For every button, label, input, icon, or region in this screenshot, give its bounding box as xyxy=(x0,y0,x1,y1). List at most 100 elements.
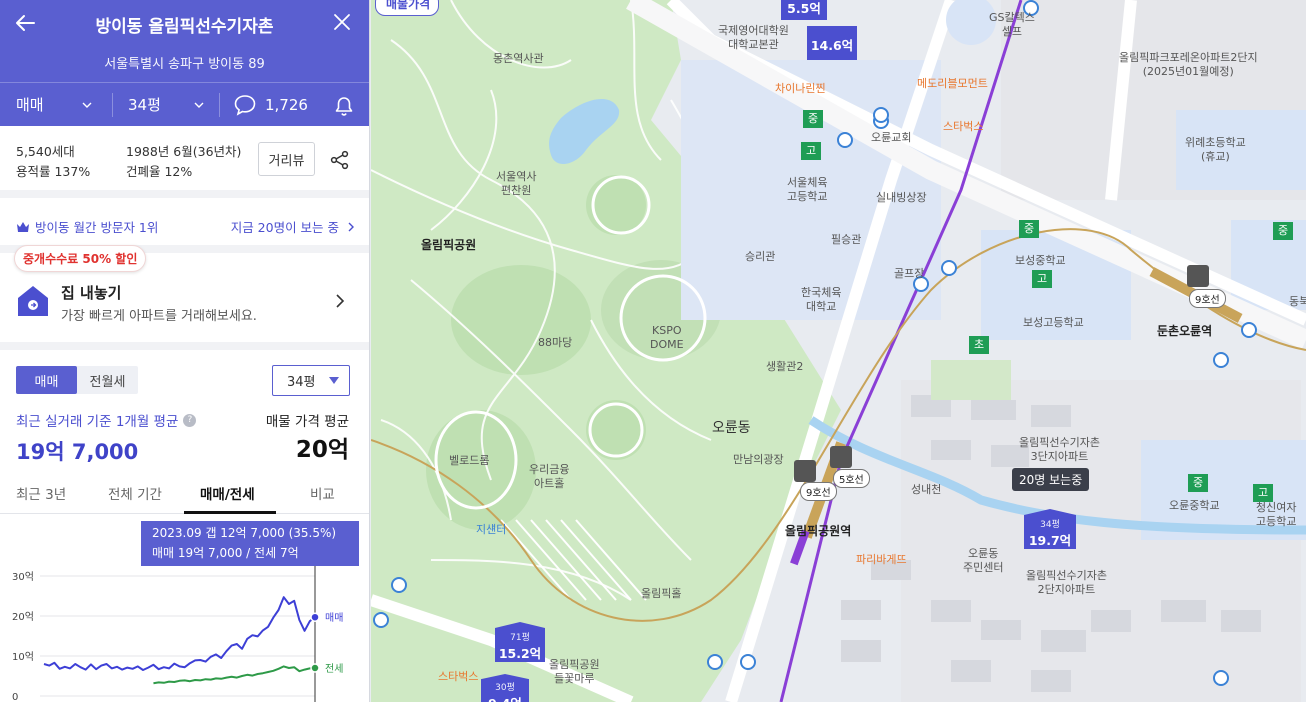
school-flag[interactable]: 초 xyxy=(969,336,989,354)
size-label: 34평 xyxy=(128,96,161,114)
label-boseong-high: 보성고등학교 xyxy=(1023,316,1084,329)
pin-size: 30평 xyxy=(495,683,515,693)
label-oryun-dong: 오륜동 xyxy=(712,420,751,436)
pin-price: 19.7억 xyxy=(1028,533,1072,548)
back-arrow-icon[interactable] xyxy=(14,12,36,34)
sell-title: 집 내놓기 xyxy=(61,284,122,302)
map-mode-button[interactable]: 매물가격 xyxy=(375,0,440,16)
tab-sale[interactable]: 매매 xyxy=(16,366,77,394)
chevron-right-icon xyxy=(336,294,345,308)
label-olympic-hall: 올림픽홀 xyxy=(641,587,682,600)
price-pin-top-1[interactable]: 5.5억 xyxy=(781,0,827,20)
viewer-count-tag: 20명 보는중 xyxy=(1012,468,1090,491)
school-flag[interactable]: 중 xyxy=(1273,222,1293,240)
label-seoul-pe-hs: 서울체육 고등학교 xyxy=(787,176,828,203)
chevron-down-icon xyxy=(194,102,204,108)
divider xyxy=(219,93,220,117)
label-starbucks-1: 스타벅스 xyxy=(438,670,479,683)
map-base xyxy=(371,0,1306,702)
listing-avg-label: 매물 가격 평균 xyxy=(265,414,349,430)
size-dropdown-label: 34평 xyxy=(287,375,316,390)
visit-rank-text: 방이동 월간 방문자 1위 xyxy=(35,220,159,235)
subway-icon[interactable] xyxy=(830,446,852,468)
price-pin-30[interactable]: 30평 9.4억 xyxy=(481,674,529,702)
chart-series-line xyxy=(153,665,316,685)
tab-sale-jeonse[interactable]: 매매/전세 xyxy=(200,483,255,503)
school-flag[interactable]: 중 xyxy=(1188,474,1208,492)
label-oryun-church: 오륜교회 xyxy=(871,131,912,144)
chart-endpoints: 매매전세 xyxy=(310,612,343,675)
label-indoor-rink: 실내빙상장 xyxy=(876,191,927,204)
section-separator xyxy=(0,190,369,198)
pin-price: 15.2억 xyxy=(498,646,542,661)
header-subbar: 매매 34평 1,726 xyxy=(0,82,369,126)
price-pin-34[interactable]: 34평 19.7억 xyxy=(1024,509,1076,549)
tab-recent-3y[interactable]: 최근 3년 xyxy=(16,483,66,503)
label-olympic-park: 올림픽공원 xyxy=(421,238,477,252)
recent-avg-text: 최근 실거래 기준 1개월 평균 xyxy=(16,414,179,430)
detail-panel: 방이동 올림픽선수기자촌 서울특별시 송파구 방이동 89 매매 34평 1,7… xyxy=(0,0,370,702)
floor-area-ratio: 용적률 137% xyxy=(16,164,91,179)
badge-line9-dunchon: 9호선 xyxy=(1189,289,1226,308)
chart-y-ticks: 30억 20억 10억 0 xyxy=(12,571,34,702)
viewing-text: 지금 20명이 보는 중 xyxy=(230,220,340,235)
road-view-button[interactable]: 거리뷰 xyxy=(258,142,315,176)
visit-row[interactable]: 방이동 월간 방문자 1위 지금 20명이 보는 중 xyxy=(16,214,355,236)
chart-series-label: 매매 xyxy=(325,612,343,624)
help-icon[interactable]: ? xyxy=(183,413,197,427)
size-dropdown[interactable]: 34평 xyxy=(272,365,350,396)
label-china: 차이나린찐 xyxy=(775,82,826,95)
active-tab-underline xyxy=(184,511,276,514)
divider xyxy=(112,93,113,117)
label-medori: 메도리블모먼트 xyxy=(917,77,988,90)
label-88-madang: 88마당 xyxy=(538,336,573,349)
school-flag[interactable]: 중 xyxy=(803,110,823,128)
label-olympic-station: 올림픽공원역 xyxy=(785,524,852,538)
comments-button[interactable]: 1,726 xyxy=(233,83,308,127)
label-korea-uni: 국제영어대학원 대학교본관 xyxy=(718,24,789,51)
bell-icon[interactable] xyxy=(333,95,355,117)
built-date: 1988년 6월(36년차) xyxy=(126,144,242,159)
page-title: 방이동 올림픽선수기자촌 xyxy=(95,17,274,37)
label-kspo-dome: KSPO DOME xyxy=(650,324,684,351)
info-col-1: 5,540세대 용적률 137% xyxy=(16,142,90,182)
viewing-now[interactable]: 지금 20명이 보는 중 xyxy=(231,217,355,236)
tab-compare[interactable]: 비교 xyxy=(310,483,335,503)
map-view[interactable]: 몽촌역사관 서울역사 편찬원 올림픽공원 88마당 KSPO DOME 벨로드롬… xyxy=(371,0,1306,702)
price-pin-71[interactable]: 71평 15.2억 xyxy=(495,622,545,662)
tab-all-period[interactable]: 전체 기간 xyxy=(108,483,162,503)
label-ssenter: 지섄터 xyxy=(476,523,507,536)
tab-rent[interactable]: 전월세 xyxy=(77,366,138,394)
label-field-hall: 필승관 xyxy=(831,233,862,246)
close-icon[interactable] xyxy=(333,13,351,31)
label-mongchon: 몽촌역사관 xyxy=(493,52,544,65)
listing-avg-value: 20억 xyxy=(295,437,349,463)
price-pin-top-2[interactable]: 14.6억 xyxy=(807,26,857,60)
share-icon[interactable] xyxy=(330,150,350,170)
subway-icon[interactable] xyxy=(1187,265,1209,287)
pin-price: 5.5억 xyxy=(787,1,821,16)
trade-type-select[interactable]: 매매 xyxy=(16,83,106,126)
school-flag[interactable]: 중 xyxy=(1019,220,1039,238)
label-victory-hall: 승리관 xyxy=(745,250,776,263)
subway-icon[interactable] xyxy=(794,460,816,482)
sell-home-banner[interactable]: 집 내놓기 가장 빠르게 아파트를 거래해보세요. xyxy=(0,268,369,342)
school-flag[interactable]: 고 xyxy=(1253,484,1273,502)
school-flag[interactable]: 고 xyxy=(1032,270,1052,288)
chart-y-tick: 10억 xyxy=(12,651,34,663)
speech-bubble-icon xyxy=(234,95,256,116)
sell-subtitle: 가장 빠르게 아파트를 거래해보세요. xyxy=(61,309,257,324)
label-history-hall: 서울역사 편찬원 xyxy=(496,170,537,197)
pin-price: 14.6억 xyxy=(810,38,854,53)
label-athletes-2: 올림픽선수기자촌 2단지아파트 xyxy=(1026,569,1107,596)
size-select[interactable]: 34평 xyxy=(128,83,218,126)
school-flag[interactable]: 고 xyxy=(801,142,821,160)
address: 서울특별시 송파구 방이동 89 xyxy=(104,57,265,72)
chevron-right-icon xyxy=(348,222,354,232)
chart-tooltip: 2023.09 갭 12억 7,000 (35.5%) 매매 19억 7,000… xyxy=(141,521,359,566)
label-starbucks-2: 스타벅스 xyxy=(943,120,984,133)
label-cheongshin: 청신여자 고등학교 xyxy=(1256,501,1297,528)
recent-avg-value: 19억 7,000 xyxy=(16,440,139,464)
label-manan: 만남의광장 xyxy=(733,453,784,466)
trade-type-label: 매매 xyxy=(16,96,44,114)
